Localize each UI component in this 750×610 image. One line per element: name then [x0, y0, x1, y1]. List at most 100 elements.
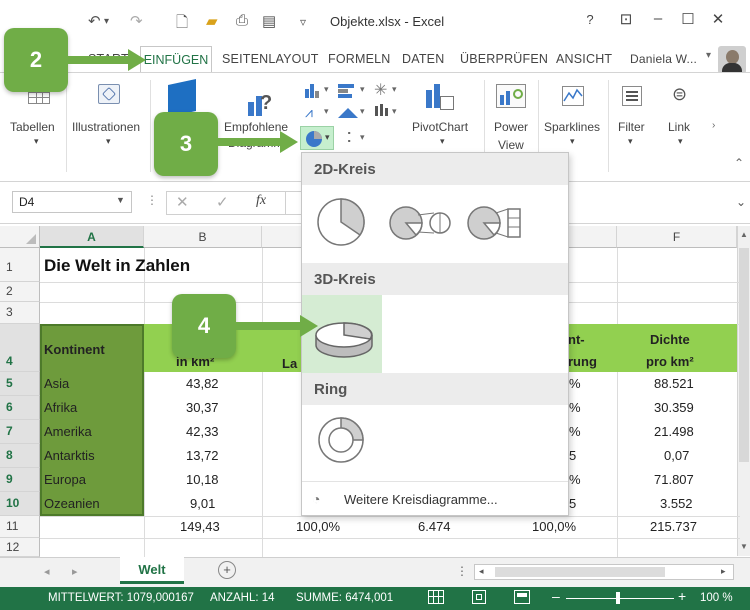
undo-dropdown-icon[interactable]: ▾	[104, 16, 109, 27]
row-header-10[interactable]: 10	[0, 492, 40, 516]
name-box[interactable]: D4	[12, 191, 132, 213]
new-file-icon[interactable]: 🗋	[176, 12, 188, 37]
pivotchart-dropdown-icon[interactable]: ▾	[440, 136, 445, 147]
cell-density[interactable]: 71.807	[654, 472, 694, 487]
column-header-b[interactable]: B	[144, 226, 262, 248]
doughnut-option[interactable]	[314, 413, 368, 467]
ribbon-tabellen-label[interactable]: Tabellen	[10, 120, 55, 134]
row-header-2[interactable]: 2	[0, 282, 40, 302]
cell-area[interactable]: 43,82	[186, 376, 219, 391]
area-chart-dropdown-icon[interactable]: ▾	[360, 106, 365, 117]
cell-population-share[interactable]: %	[569, 400, 581, 415]
total-density[interactable]: 215.737	[650, 519, 697, 534]
total-land-share[interactable]: 100,0%	[296, 519, 340, 534]
recommended-charts-icon[interactable]: ?	[246, 92, 274, 116]
cell-area[interactable]: 42,33	[186, 424, 219, 439]
add-sheet-icon[interactable]: +	[218, 561, 236, 579]
area-chart-icon[interactable]	[338, 104, 358, 118]
zoom-level[interactable]: 100 %	[700, 592, 733, 604]
cell-population-share[interactable]: 5	[569, 496, 576, 511]
normal-view-icon[interactable]	[428, 590, 444, 604]
row-header-12[interactable]: 12	[0, 538, 40, 557]
column-header-f[interactable]: F	[617, 226, 737, 248]
row-header-5[interactable]: 5	[0, 372, 40, 396]
cell-population-share[interactable]: %	[569, 424, 581, 439]
line-chart-dropdown-icon[interactable]: ▾	[324, 106, 329, 117]
scroll-down-icon[interactable]: ▼	[740, 542, 748, 551]
pivotchart-icon[interactable]	[426, 84, 454, 112]
cell-density[interactable]: 30.359	[654, 400, 694, 415]
cell-density[interactable]: 0,07	[664, 448, 689, 463]
cell-continent[interactable]: Ozeanien	[44, 496, 100, 511]
bar-of-pie-option[interactable]	[466, 203, 530, 243]
zoom-slider-track[interactable]	[566, 598, 674, 599]
tabellen-dropdown-icon[interactable]: ▾	[34, 136, 39, 147]
sparklines-icon[interactable]	[562, 86, 584, 106]
total-area[interactable]: 149,43	[180, 519, 220, 534]
vertical-scrollbar[interactable]: ▲ ▼	[737, 226, 750, 556]
total-population-share[interactable]: 100,0%	[532, 519, 576, 534]
cell-population-share[interactable]: %	[569, 472, 581, 487]
row-header-9[interactable]: 9	[0, 468, 40, 492]
cell-population-share[interactable]: 5	[569, 448, 576, 463]
illustrationen-dropdown-icon[interactable]: ▾	[106, 136, 111, 147]
cell-continent[interactable]: Amerika	[44, 424, 92, 439]
row-header-3[interactable]: 3	[0, 302, 40, 324]
zoom-out-icon[interactable]: –	[552, 588, 560, 604]
total-population[interactable]: 6.474	[418, 519, 451, 534]
prev-sheet-icon[interactable]: ◂	[44, 565, 50, 578]
confirm-formula-icon[interactable]: ✓	[216, 193, 229, 211]
cell-continent[interactable]: Europa	[44, 472, 86, 487]
tab-ansicht[interactable]: ANSICHT	[556, 52, 612, 66]
ribbon-power-label[interactable]: Power	[494, 120, 528, 134]
ribbon-sparklines-label[interactable]: Sparklines	[544, 120, 600, 134]
customize-qat-icon[interactable]: ▿	[300, 15, 306, 29]
filter-dropdown-icon[interactable]: ▾	[628, 136, 633, 147]
ribbon-display-icon[interactable]: ⊡	[614, 10, 638, 28]
scroll-up-icon[interactable]: ▲	[740, 230, 748, 239]
sheet-tab-welt[interactable]: Welt	[120, 557, 184, 584]
illustrations-icon[interactable]	[98, 84, 120, 104]
tab-seitenlayout[interactable]: SEITENLAYOUT	[222, 52, 319, 66]
row-header-8[interactable]: 8	[0, 444, 40, 468]
cell-continent[interactable]: Asia	[44, 376, 69, 391]
row-header-7[interactable]: 7	[0, 420, 40, 444]
bar-chart-dropdown-icon[interactable]: ▾	[360, 84, 365, 95]
radar-chart-dropdown-icon[interactable]: ▾	[392, 84, 397, 95]
cell-density[interactable]: 3.552	[660, 496, 693, 511]
insert-function-button[interactable]: fx	[256, 193, 266, 209]
sparklines-dropdown-icon[interactable]: ▾	[570, 136, 575, 147]
column-header-e[interactable]	[569, 226, 617, 248]
scatter-chart-icon[interactable]: ⠨	[342, 130, 352, 147]
horizontal-scroll-thumb[interactable]	[495, 567, 665, 577]
scatter-chart-dropdown-icon[interactable]: ▾	[360, 132, 365, 143]
maximize-icon[interactable]: ☐	[676, 10, 700, 28]
row-header-6[interactable]: 6	[0, 396, 40, 420]
row-header-1[interactable]: 1	[0, 248, 40, 282]
ribbon-illustrationen-label[interactable]: Illustrationen	[72, 120, 140, 134]
ribbon-pivotchart-label[interactable]: PivotChart	[412, 120, 468, 134]
pie-of-pie-option[interactable]	[388, 203, 452, 243]
ribbon-link-label[interactable]: Link	[668, 120, 690, 134]
page-layout-view-icon[interactable]	[472, 590, 486, 604]
cell-continent[interactable]: Antarktis	[44, 448, 95, 463]
filter-icon[interactable]	[622, 86, 642, 106]
column-header-c[interactable]	[262, 226, 302, 248]
user-name[interactable]: Daniela W...	[630, 52, 697, 66]
tab-einfuegen[interactable]: EINFÜGEN	[140, 46, 212, 73]
power-view-icon[interactable]	[496, 84, 526, 108]
recommended-charts-label-1[interactable]: Empfohlene	[224, 120, 288, 134]
radar-chart-icon[interactable]: ✳	[374, 80, 387, 100]
tab-ueberpruefen[interactable]: ÜBERPRÜFEN	[460, 52, 548, 66]
line-chart-icon[interactable]: ⩘	[305, 104, 313, 121]
print-icon[interactable]: ⎙	[236, 12, 248, 29]
avatar[interactable]	[718, 46, 746, 74]
column-chart-dropdown-icon[interactable]: ▾	[324, 84, 329, 95]
scroll-left-icon[interactable]: ◂	[479, 566, 484, 577]
redo-icon[interactable]: ↷	[130, 12, 143, 30]
link-icon[interactable]: ⊜	[672, 84, 687, 105]
cell-area[interactable]: 9,01	[190, 496, 215, 511]
cell-continent[interactable]: Afrika	[44, 400, 77, 415]
ribbon-filter-label[interactable]: Filter	[618, 120, 645, 134]
tab-formeln[interactable]: FORMELN	[328, 52, 391, 66]
